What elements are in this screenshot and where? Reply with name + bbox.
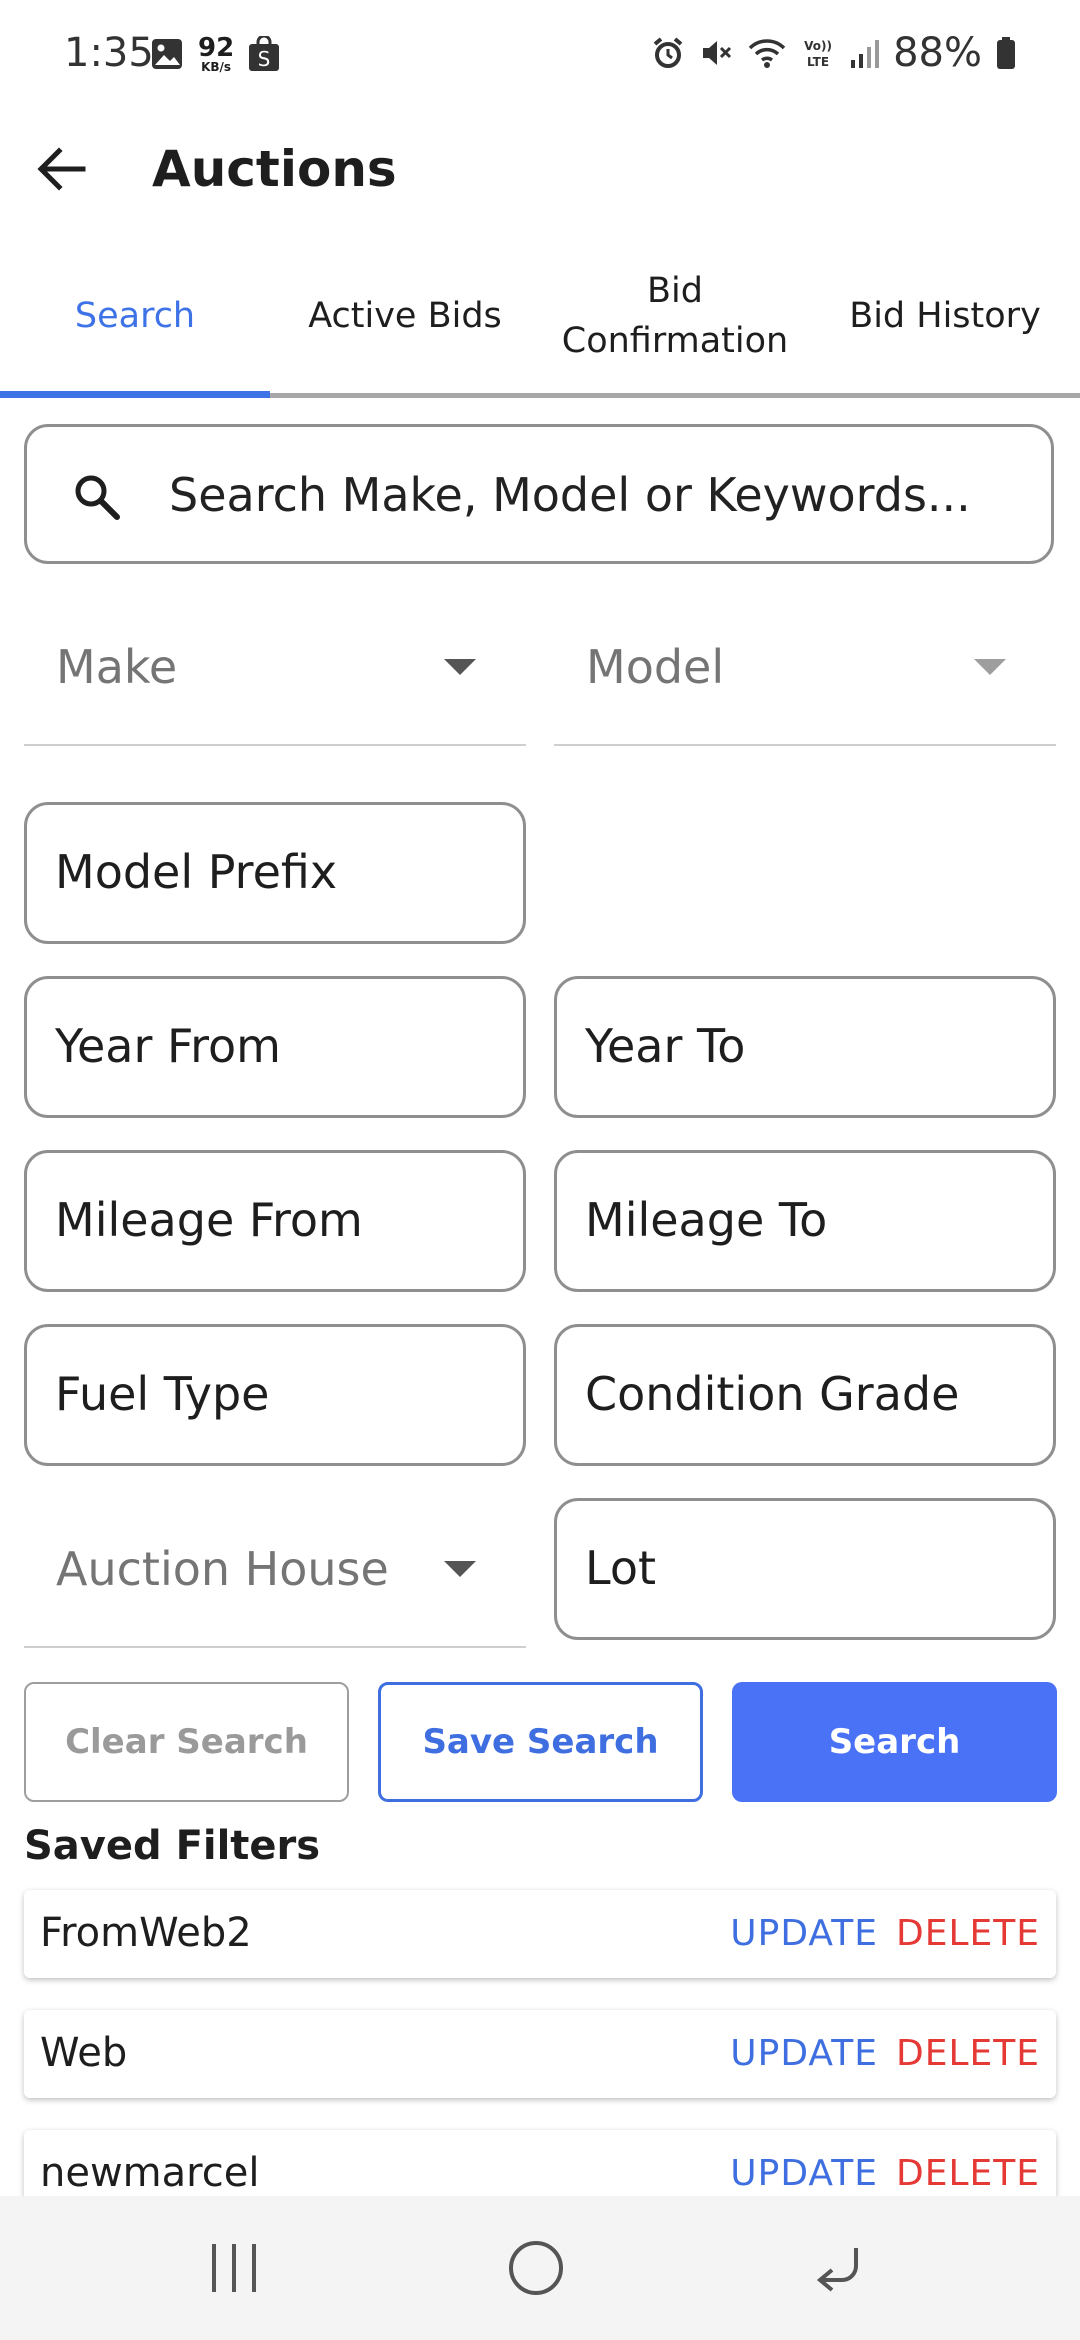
year-to-label: Year To	[585, 1019, 746, 1073]
tab-bid-confirmation-label: Bid Confirmation	[561, 271, 789, 361]
back-icon	[816, 2248, 858, 2292]
system-nav-bar	[0, 2196, 1080, 2340]
tab-search[interactable]: Search	[0, 236, 270, 396]
back-nav-button[interactable]	[768, 2196, 908, 2340]
delete-filter-button[interactable]: DELETE	[896, 2028, 1040, 2080]
tab-bid-history[interactable]: Bid History	[810, 236, 1080, 396]
tab-active-bids[interactable]: Active Bids	[270, 236, 540, 396]
saved-filter-name: newmarcel	[40, 2150, 260, 2196]
fuel-type-label: Fuel Type	[55, 1367, 270, 1421]
model-prefix-label: Model Prefix	[55, 845, 338, 899]
shopping-bag-icon: S	[249, 36, 280, 71]
volte-icon: Vo)) LTE	[804, 39, 832, 69]
make-dropdown[interactable]: Make	[24, 596, 526, 746]
arrow-left-icon	[37, 147, 86, 191]
status-bar: 1:35 92 KB/s S Vo)) LTE 88%	[0, 0, 1080, 110]
search-icon	[75, 475, 120, 520]
search-input[interactable]: Search Make, Model or Keywords...	[24, 424, 1054, 564]
gallery-icon	[152, 39, 182, 69]
saved-filter-name: Web	[40, 2030, 128, 2076]
recents-button[interactable]	[164, 2196, 304, 2340]
alarm-icon	[653, 37, 683, 68]
mileage-to-label: Mileage To	[585, 1193, 828, 1247]
net-speed-indicator: 92 KB/s	[198, 35, 234, 73]
net-speed-unit: KB/s	[201, 60, 232, 74]
app-bar: Auctions	[0, 110, 1080, 220]
lot-label: Lot	[585, 1541, 656, 1595]
search-placeholder: Search Make, Model or Keywords...	[169, 468, 971, 522]
search-button[interactable]: Search	[732, 1682, 1057, 1802]
signal-icon	[851, 40, 880, 68]
status-right-icons: Vo)) LTE 88%	[651, 28, 1016, 78]
delete-filter-button[interactable]: DELETE	[896, 2148, 1040, 2200]
battery-percent: 88%	[893, 30, 982, 76]
model-label: Model	[586, 640, 725, 694]
update-filter-button[interactable]: UPDATE	[730, 2148, 878, 2200]
lot-field[interactable]: Lot	[554, 1498, 1056, 1640]
fuel-type-field[interactable]: Fuel Type	[24, 1324, 526, 1466]
svg-text:LTE: LTE	[807, 55, 829, 69]
page-title: Auctions	[152, 140, 397, 198]
net-speed-value: 92	[198, 33, 235, 63]
delete-filter-button[interactable]: DELETE	[896, 1908, 1040, 1960]
condition-grade-field[interactable]: Condition Grade	[554, 1324, 1056, 1466]
model-prefix-field[interactable]: Model Prefix	[24, 802, 526, 944]
battery-icon	[997, 37, 1015, 69]
back-button[interactable]	[26, 134, 96, 204]
svg-text:Vo)): Vo))	[804, 39, 832, 53]
save-search-button[interactable]: Save Search	[378, 1682, 703, 1802]
mute-icon	[703, 41, 732, 65]
wifi-icon	[748, 39, 786, 68]
update-filter-button[interactable]: UPDATE	[730, 2028, 878, 2080]
home-circle-icon	[509, 2241, 563, 2295]
saved-filters-title: Saved Filters	[24, 1823, 321, 1869]
home-button[interactable]	[466, 2196, 606, 2340]
tab-bid-confirmation[interactable]: Bid Confirmation	[540, 236, 810, 396]
auction-house-dropdown[interactable]: Auction House	[24, 1498, 526, 1648]
model-dropdown[interactable]: Model	[554, 596, 1056, 746]
tab-active-bids-label: Active Bids	[308, 296, 502, 336]
condition-grade-label: Condition Grade	[585, 1367, 960, 1421]
tab-search-label: Search	[74, 296, 196, 336]
mileage-to-field[interactable]: Mileage To	[554, 1150, 1056, 1292]
saved-filter-row[interactable]: Web UPDATE DELETE	[24, 2010, 1056, 2098]
auction-house-label: Auction House	[56, 1542, 389, 1596]
make-label: Make	[56, 640, 178, 694]
recents-icon	[212, 2244, 256, 2292]
status-time: 1:35	[64, 30, 154, 76]
clear-search-button[interactable]: Clear Search	[24, 1682, 349, 1802]
chevron-down-icon	[444, 1561, 476, 1577]
year-to-field[interactable]: Year To	[554, 976, 1056, 1118]
chevron-down-icon	[444, 659, 476, 675]
chevron-down-icon	[974, 659, 1006, 675]
active-tab-indicator	[0, 391, 270, 398]
year-from-field[interactable]: Year From	[24, 976, 526, 1118]
svg-text:S: S	[258, 47, 271, 71]
year-from-label: Year From	[55, 1019, 281, 1073]
saved-filter-name: FromWeb2	[40, 1910, 252, 1956]
tab-bid-history-label: Bid History	[849, 296, 1041, 336]
status-left-icons: 92 KB/s S	[150, 32, 280, 76]
update-filter-button[interactable]: UPDATE	[730, 1908, 878, 1960]
mileage-from-label: Mileage From	[55, 1193, 363, 1247]
mileage-from-field[interactable]: Mileage From	[24, 1150, 526, 1292]
saved-filter-row[interactable]: FromWeb2 UPDATE DELETE	[24, 1890, 1056, 1978]
tab-bar: Search Active Bids Bid Confirmation Bid …	[0, 236, 1080, 400]
